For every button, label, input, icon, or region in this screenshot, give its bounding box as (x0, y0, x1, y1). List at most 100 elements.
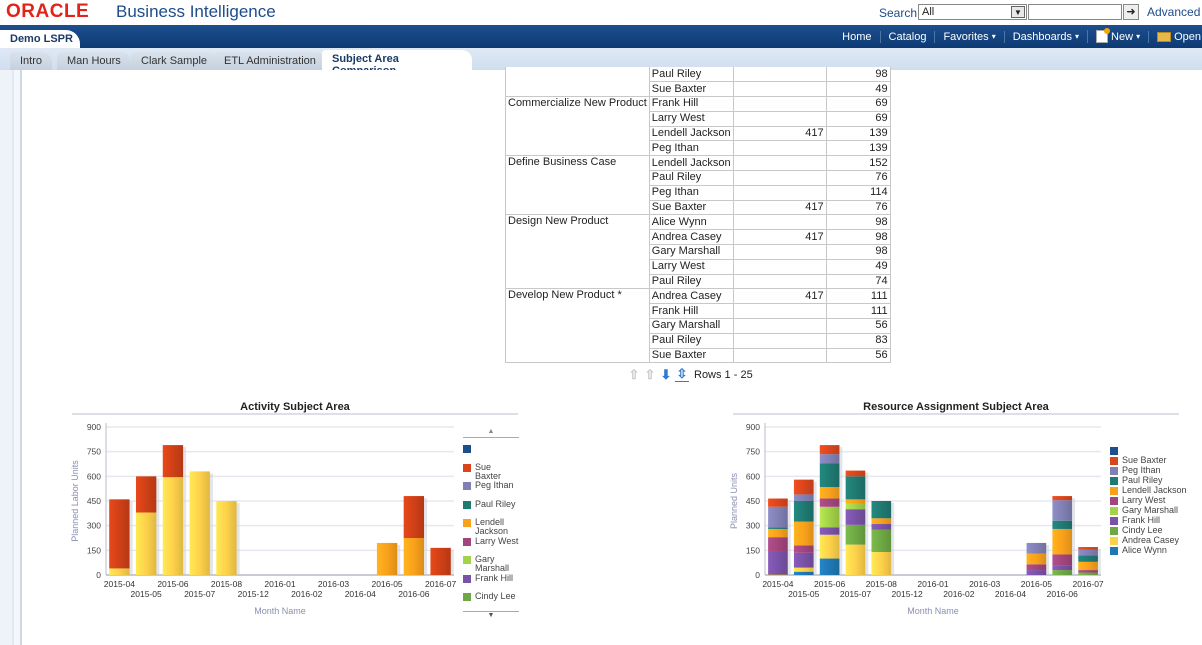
legend-item[interactable]: Peg Ithan (463, 481, 519, 500)
legend-item[interactable] (463, 444, 519, 463)
chevron-down-icon[interactable]: ▼ (1011, 6, 1025, 18)
tab-subject-area-comparison[interactable]: Subject Area Comparison (322, 50, 472, 77)
bar-segment[interactable] (430, 547, 451, 575)
search-input[interactable] (1028, 4, 1122, 20)
bar-segment[interactable] (162, 445, 184, 478)
bar-segment[interactable] (1078, 561, 1098, 571)
bar-segment[interactable] (845, 476, 866, 500)
bar-segment[interactable] (819, 506, 840, 528)
bar-segment[interactable] (1052, 520, 1073, 529)
search-go-button[interactable]: ➜ (1123, 4, 1139, 20)
bar-segment[interactable] (845, 503, 866, 510)
bar-segment[interactable] (845, 509, 866, 525)
nav-dashboards[interactable]: Dashboards ▾ (1003, 30, 1087, 43)
bar-segment[interactable] (1078, 570, 1098, 573)
value-cell: 69 (825, 110, 891, 127)
bar-segment[interactable] (793, 571, 814, 575)
bar-segment[interactable] (1052, 528, 1073, 555)
bar-segment[interactable] (793, 521, 814, 546)
bar-segment[interactable] (1078, 555, 1098, 562)
legend-item[interactable]: Frank Hill (463, 573, 519, 593)
tab-intro[interactable]: Intro (10, 52, 53, 70)
legend-item[interactable]: Cindy Lee (463, 592, 519, 611)
bar-segment[interactable] (819, 463, 840, 488)
bar-segment[interactable] (819, 527, 840, 535)
prev-page-icon[interactable]: ⇧ (643, 367, 657, 382)
bar-segment[interactable] (768, 574, 788, 575)
legend-item[interactable]: Larry West (463, 536, 519, 556)
bar-segment[interactable] (109, 568, 130, 575)
first-page-icon[interactable]: ⇧ (627, 367, 641, 382)
tab-man-hours[interactable]: Man Hours (57, 52, 131, 70)
bar-segment[interactable] (845, 499, 866, 504)
bar-segment[interactable] (109, 499, 130, 569)
bar-segment[interactable] (768, 551, 788, 575)
legend-scroll-down-icon[interactable]: ▼ (463, 610, 519, 621)
legend-item[interactable]: Paul Riley (463, 499, 519, 519)
bar-segment[interactable] (819, 454, 840, 464)
bar-segment[interactable] (819, 558, 840, 575)
bar-segment[interactable] (1078, 549, 1098, 556)
bar-segment[interactable] (793, 545, 814, 553)
legend-scroll-up-icon[interactable]: ▲ (463, 428, 519, 438)
tab-etl-administration[interactable]: ETL Administration (214, 52, 326, 70)
bar-segment[interactable] (871, 501, 892, 519)
legend-item[interactable]: Alice Wynn (1110, 546, 1202, 556)
bar-segment[interactable] (1052, 496, 1073, 501)
activity-chart-title: Activity Subject Area (240, 401, 350, 413)
nav-favorites[interactable]: Favorites ▾ (934, 30, 1003, 43)
bar-segment[interactable] (871, 529, 892, 552)
bar-segment[interactable] (189, 471, 210, 575)
bar-segment[interactable] (1026, 553, 1047, 565)
bar-segment[interactable] (768, 537, 788, 552)
bar-segment[interactable] (819, 498, 840, 507)
bar-segment[interactable] (1078, 572, 1098, 575)
bar-segment[interactable] (768, 498, 788, 507)
bar-segment[interactable] (1052, 565, 1073, 571)
bar-segment[interactable] (376, 542, 398, 575)
bar-segment[interactable] (1052, 570, 1073, 575)
bar-segment[interactable] (793, 501, 814, 522)
bar-segment[interactable] (216, 501, 237, 575)
bar-segment[interactable] (135, 512, 157, 575)
bar-segment[interactable] (793, 494, 814, 501)
bar-segment[interactable] (819, 487, 840, 499)
advanced-search-link[interactable]: Advanced (1147, 5, 1200, 19)
bar-segment[interactable] (768, 527, 788, 529)
bar-segment[interactable] (1078, 547, 1098, 550)
bar-segment[interactable] (403, 496, 425, 538)
bar-segment[interactable] (871, 518, 892, 525)
bar-segment[interactable] (403, 538, 425, 575)
bar-segment[interactable] (1052, 500, 1073, 521)
legend-item[interactable]: Sue Baxter (463, 462, 519, 482)
bar-segment[interactable] (793, 479, 814, 495)
search-scope-select[interactable]: All ▼ (918, 4, 1027, 20)
bar-segment[interactable] (845, 544, 866, 575)
bar-segment[interactable] (1026, 570, 1047, 575)
bar-segment[interactable] (845, 470, 866, 477)
next-page-icon[interactable]: ⬇ (659, 367, 673, 382)
bar-segment[interactable] (162, 477, 184, 575)
tab-clark-sample[interactable]: Clark Sample (131, 52, 218, 70)
nav-new[interactable]: New ▾ (1087, 28, 1148, 43)
nav-catalog[interactable]: Catalog (879, 30, 935, 43)
bar-segment[interactable] (135, 476, 157, 513)
nav-open[interactable]: Open (1148, 30, 1202, 43)
bar-segment[interactable] (768, 506, 788, 528)
bar-segment[interactable] (768, 528, 788, 538)
top-header: ORACLE Business Intelligence Search All … (0, 0, 1202, 25)
legend-item[interactable]: Gary Marshall (463, 555, 519, 574)
bar-segment[interactable] (1052, 554, 1073, 566)
bar-segment[interactable] (871, 524, 892, 530)
bar-segment[interactable] (819, 534, 840, 559)
bar-segment[interactable] (1026, 564, 1047, 571)
bar-segment[interactable] (793, 567, 814, 572)
nav-home[interactable]: Home (834, 31, 879, 43)
bar-segment[interactable] (793, 552, 814, 568)
bar-segment[interactable] (871, 551, 892, 575)
bar-segment[interactable] (845, 524, 866, 545)
bar-segment[interactable] (819, 445, 840, 455)
all-rows-icon[interactable]: ⇳ (675, 366, 689, 382)
legend-item[interactable]: Lendell Jackson (463, 518, 519, 537)
bar-segment[interactable] (1026, 542, 1047, 554)
